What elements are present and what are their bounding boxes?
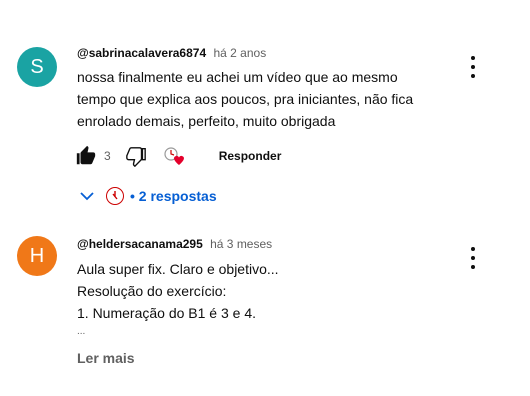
comment-line: tempo que explica aos poucos, pra inicia… — [77, 91, 414, 107]
more-vert-icon[interactable] — [466, 56, 480, 78]
comment-line: 1. Numeração do B1 é 3 e 4. — [77, 305, 256, 321]
comment-time[interactable]: há 3 meses — [210, 237, 272, 251]
author-handle[interactable]: @sabrinacalavera6874 — [77, 46, 206, 60]
comment-line: enrolado demais, perfeito, muito obrigad… — [77, 113, 336, 129]
avatar-letter: H — [29, 244, 45, 267]
comment-line: Resolução do exercício: — [77, 283, 227, 299]
comment-text: nossa finalmente eu achei um vídeo que a… — [77, 66, 477, 132]
comment-text: Aula super fix. Claro e objetivo... Reso… — [77, 258, 477, 340]
creator-heart-icon[interactable] — [163, 145, 189, 167]
reply-button[interactable]: Responder — [219, 149, 282, 163]
avatar-letter: S — [30, 55, 44, 78]
comment-header: @heldersacanama295 há 3 meses — [77, 237, 272, 251]
reply-author-avatar — [106, 187, 124, 205]
thumbs-up-filled-icon[interactable] — [75, 145, 97, 167]
comment-time[interactable]: há 2 anos — [213, 46, 266, 60]
more-vert-icon[interactable] — [466, 247, 480, 269]
comment-line: ... — [77, 326, 86, 337]
avatar[interactable]: S — [17, 47, 57, 87]
chevron-down-icon — [80, 192, 94, 201]
read-more-button[interactable]: Ler mais — [77, 350, 135, 366]
comment-actions: 3 Responder — [75, 144, 281, 168]
comment-header: @sabrinacalavera6874 há 2 anos — [77, 46, 266, 60]
like-count: 3 — [104, 149, 111, 163]
thumbs-down-icon[interactable] — [125, 145, 147, 167]
avatar[interactable]: H — [17, 236, 57, 276]
comment-line: nossa finalmente eu achei um vídeo que a… — [77, 69, 398, 85]
view-replies-button[interactable]: • 2 respostas — [80, 184, 217, 208]
comment-line: Aula super fix. Claro e objetivo... — [77, 261, 279, 277]
author-handle[interactable]: @heldersacanama295 — [77, 237, 203, 251]
replies-count: • 2 respostas — [130, 188, 217, 204]
